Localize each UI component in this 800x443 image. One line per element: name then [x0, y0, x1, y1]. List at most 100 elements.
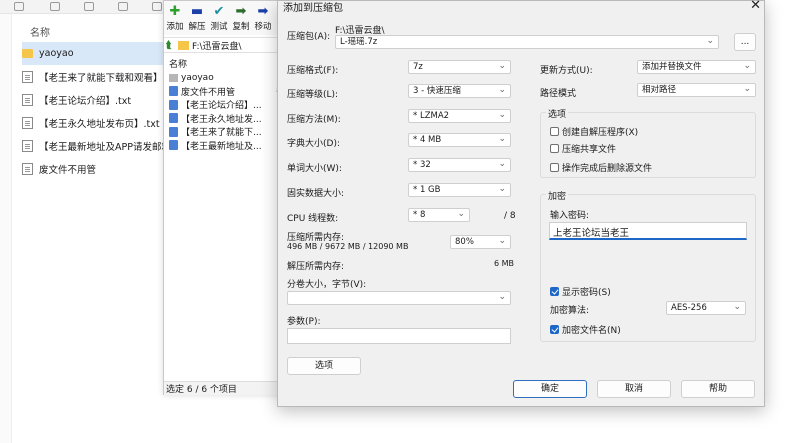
- path-mode-value: 相对路径: [642, 85, 677, 95]
- level-select[interactable]: 3 - 快速压缩 ⌄: [408, 84, 511, 98]
- extract-label: 解压: [188, 22, 206, 32]
- ok-button[interactable]: 确定: [513, 380, 587, 398]
- params-label: 参数(P):: [287, 317, 321, 327]
- paste-icon[interactable]: [50, 2, 60, 11]
- table-row[interactable]: 【老王论坛介绍】...: [164, 98, 289, 112]
- archive-name-combo[interactable]: L-瑶瑶.7z ⌄: [335, 35, 719, 49]
- file-icon: [169, 140, 178, 151]
- dialog-title: 添加到压缩包: [283, 3, 343, 14]
- explorer-toolbar: [0, 0, 170, 14]
- list-item[interactable]: 【老王永久地址发布页】.txt: [22, 111, 167, 134]
- extract-button[interactable]: ▬ 解压: [186, 3, 208, 32]
- delete-after-checkbox[interactable]: 操作完成后删除源文件: [550, 161, 652, 174]
- list-item[interactable]: 【老王论坛介绍】.txt: [22, 88, 167, 111]
- text-file-icon: [22, 139, 33, 152]
- password-label: 输入密码:: [550, 211, 590, 221]
- share-icon[interactable]: [84, 2, 94, 11]
- method-value: * LZMA2: [413, 111, 450, 121]
- table-row[interactable]: 【老王来了就能下...: [164, 125, 289, 139]
- move-button[interactable]: ➡ 移动: [252, 3, 274, 32]
- rename-icon[interactable]: [118, 2, 128, 11]
- enc-method-select[interactable]: AES-256 ⌄: [666, 301, 746, 315]
- path-mode-select[interactable]: 相对路径 ⌄: [637, 83, 756, 97]
- chevron-down-icon: ⌄: [498, 236, 506, 246]
- table-row[interactable]: 【老王最新地址及...: [164, 139, 289, 153]
- options-group-title: 选项: [546, 107, 569, 120]
- close-icon[interactable]: ✕: [750, 0, 761, 13]
- format-label: 压缩格式(F):: [287, 66, 339, 76]
- file-name: 【老王来了就能下载和观看】纯净: [39, 72, 167, 84]
- table-row[interactable]: 【老王永久地址发...: [164, 112, 289, 126]
- threads-label: CPU 线程数:: [287, 214, 339, 224]
- method-label: 压缩方法(M):: [287, 115, 341, 125]
- mem-comp-detail: 496 MB / 9672 MB / 12090 MB: [287, 242, 409, 251]
- password-input[interactable]: 上老王论坛当老王: [549, 222, 747, 240]
- method-select[interactable]: * LZMA2 ⌄: [408, 109, 511, 123]
- table-row[interactable]: 废文件不用管 83: [164, 85, 289, 99]
- row-name: yaoyao: [181, 72, 214, 83]
- checkbox-box: [550, 144, 559, 153]
- threads-value: * 8: [413, 210, 426, 220]
- check-icon: ✔: [213, 4, 225, 19]
- delete-icon[interactable]: [152, 2, 162, 11]
- shared-checkbox[interactable]: 压缩共享文件: [550, 142, 616, 155]
- add-label: 添加: [166, 22, 184, 32]
- chevron-down-icon: ⌄: [498, 292, 506, 302]
- encrypt-names-checkbox[interactable]: 加密文件名(N): [550, 323, 621, 336]
- folder-icon: [178, 40, 189, 50]
- options-button[interactable]: 选项: [287, 357, 361, 375]
- test-button[interactable]: ✔ 测试: [208, 3, 230, 32]
- fm-address-bar[interactable]: ⮬ F:\迅雷云盘\: [164, 37, 289, 53]
- split-combo[interactable]: ⌄: [287, 291, 511, 305]
- mem-percent-select[interactable]: 80% ⌄: [450, 235, 511, 249]
- add-button[interactable]: ✚ 添加: [164, 3, 186, 32]
- encryption-group-title: 加密: [546, 189, 569, 202]
- text-file-icon: [22, 70, 33, 83]
- list-item[interactable]: 【老王来了就能下载和观看】纯净: [22, 65, 167, 88]
- plus-icon: ✚: [169, 4, 181, 19]
- format-select[interactable]: 7z ⌄: [408, 60, 511, 74]
- sevenzip-file-manager: ✚ 添加 ▬ 解压 ✔ 测试 ➡ 复制 ➡ 移动 ⮬ F:\迅雷云盘\ 名称 y…: [163, 0, 289, 395]
- params-input[interactable]: [287, 328, 511, 344]
- chevron-down-icon: ⌄: [498, 85, 506, 95]
- fm-path-text: F:\迅雷云盘\: [192, 41, 242, 52]
- threads-max: / 8: [504, 211, 516, 221]
- browse-button[interactable]: ...: [734, 33, 756, 51]
- copy-icon[interactable]: [14, 2, 24, 11]
- word-select[interactable]: * 32 ⌄: [408, 158, 511, 172]
- chevron-down-icon: ⌄: [733, 302, 741, 312]
- fm-column-name[interactable]: 名称: [164, 57, 289, 70]
- up-folder-icon[interactable]: ⮬: [166, 40, 178, 51]
- sfx-checkbox[interactable]: 创建自解压程序(X): [550, 125, 638, 138]
- chevron-down-icon: ⌄: [498, 134, 506, 144]
- explorer-column-name[interactable]: 名称: [30, 24, 50, 39]
- threads-select[interactable]: * 8 ⌄: [408, 208, 470, 222]
- chevron-down-icon[interactable]: ⌄: [706, 36, 714, 47]
- list-item[interactable]: yaoyao: [22, 42, 167, 65]
- cancel-button[interactable]: 取消: [597, 380, 671, 398]
- update-select[interactable]: 添加并替换文件 ⌄: [637, 60, 756, 74]
- chevron-down-icon: ⌄: [498, 159, 506, 169]
- row-name: 【老王最新地址及...: [181, 141, 262, 152]
- text-file-icon: [22, 162, 33, 175]
- format-value: 7z: [413, 62, 423, 72]
- solid-select[interactable]: * 1 GB ⌄: [408, 183, 511, 197]
- help-button[interactable]: 帮助: [681, 380, 755, 398]
- checkbox-box: [550, 325, 559, 334]
- split-label: 分卷大小，字节(V):: [287, 280, 367, 290]
- enc-method-value: AES-256: [671, 303, 707, 313]
- solid-value: * 1 GB: [413, 185, 441, 195]
- show-password-checkbox[interactable]: 显示密码(S): [550, 285, 611, 298]
- level-value: 3 - 快速压缩: [413, 86, 461, 96]
- row-name: 【老王永久地址发...: [181, 114, 262, 125]
- table-row[interactable]: yaoyao: [164, 71, 289, 85]
- archive-name-value: L-瑶瑶.7z: [340, 37, 378, 47]
- list-item[interactable]: 废文件不用管: [22, 157, 167, 180]
- copy-button[interactable]: ➡ 复制: [230, 3, 252, 32]
- dict-select[interactable]: * 4 MB ⌄: [408, 133, 511, 147]
- test-label: 测试: [210, 22, 228, 32]
- list-item[interactable]: 【老王最新地址及APP请发邮箱: [22, 134, 167, 157]
- file-name: 【老王永久地址发布页】.txt: [39, 118, 160, 130]
- update-value: 添加并替换文件: [642, 62, 702, 72]
- chevron-down-icon: ⌄: [498, 184, 506, 194]
